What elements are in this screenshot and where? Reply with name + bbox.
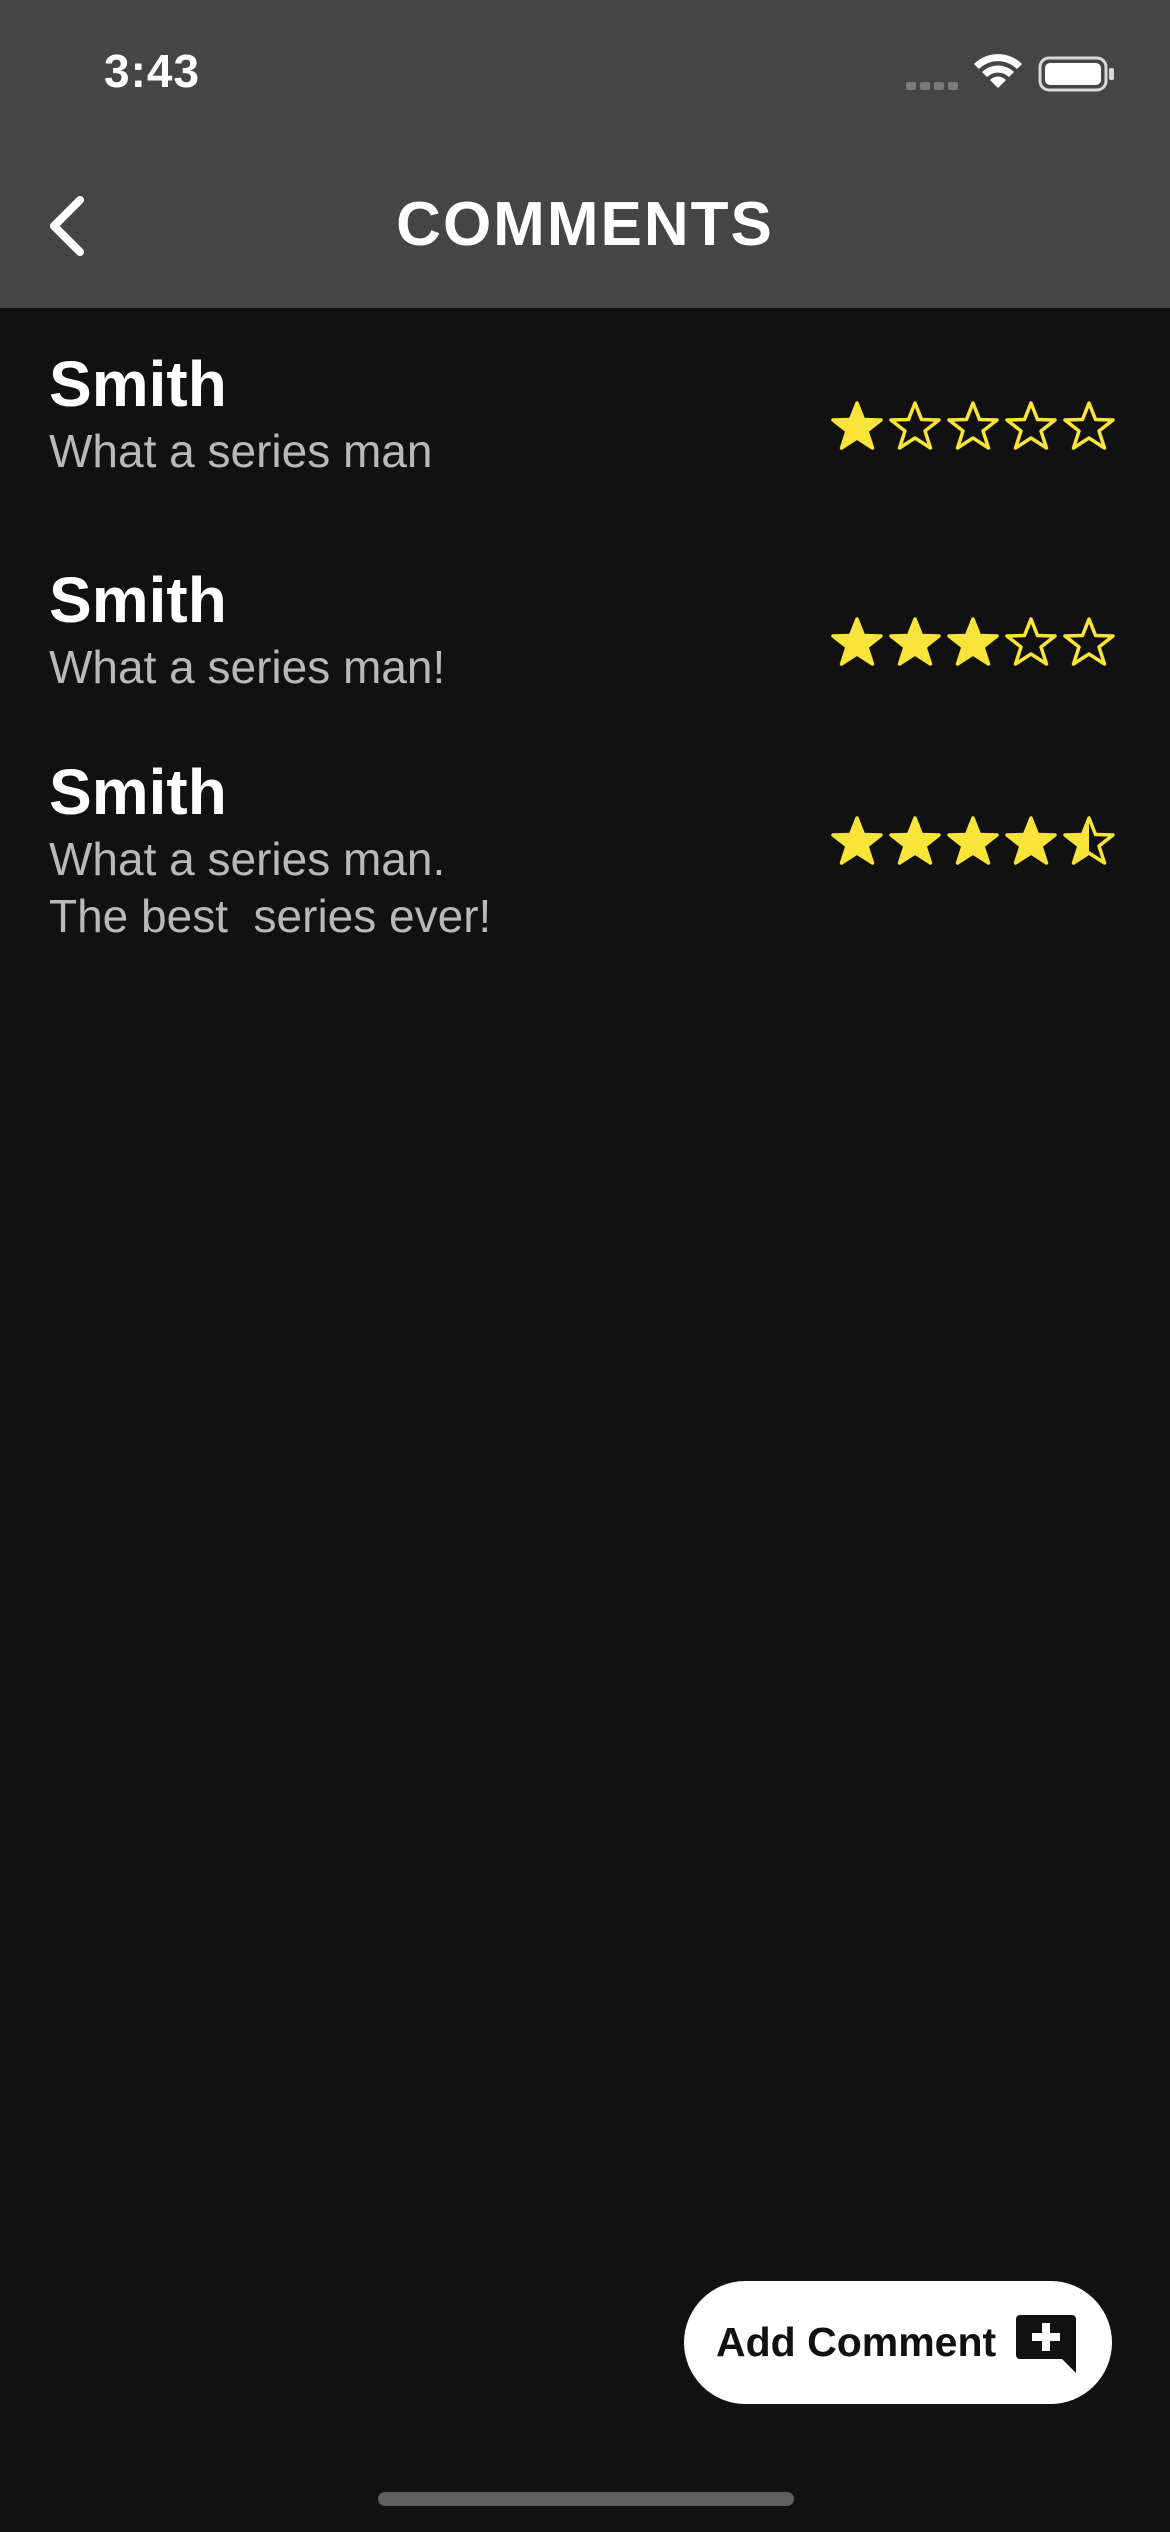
wifi-icon [974,54,1022,88]
top-header: 3:43 COMMENTS [0,0,1170,308]
status-time: 3:43 [104,45,201,97]
star-rating [828,814,1118,872]
star-empty-icon [947,401,999,450]
star-filled-icon [831,816,883,865]
battery-icon [1038,56,1114,92]
star-filled-icon [947,816,999,865]
cellular-signal-icon [906,82,958,90]
star-empty-icon [1063,401,1115,450]
star-filled-icon [889,816,941,865]
star-empty-icon [889,401,941,450]
star-empty-icon [1005,617,1057,666]
comment-author: Smith [49,348,227,420]
add-comment-label: Add Comment [716,2319,997,2365]
star-rating [828,615,1118,673]
add-comment-icon [1016,2315,1076,2373]
star-empty-icon [1063,617,1115,666]
star-empty-icon [1005,401,1057,450]
home-indicator [378,2492,794,2506]
star-filled-icon [831,401,883,450]
star-rating [828,399,1118,457]
comment-text: What a series man [49,425,433,477]
comment-text: What a series man! [49,641,446,693]
comment-author: Smith [49,756,227,828]
star-filled-icon [947,617,999,666]
star-filled-icon [831,617,883,666]
add-comment-button[interactable]: Add Comment [684,2281,1112,2404]
star-half-icon [1063,816,1115,865]
star-filled-icon [1005,816,1057,865]
star-filled-icon [889,617,941,666]
comment-author: Smith [49,564,227,636]
page-title: COMMENTS [396,190,774,259]
comment-text: What a series man. The best series ever! [49,833,492,942]
